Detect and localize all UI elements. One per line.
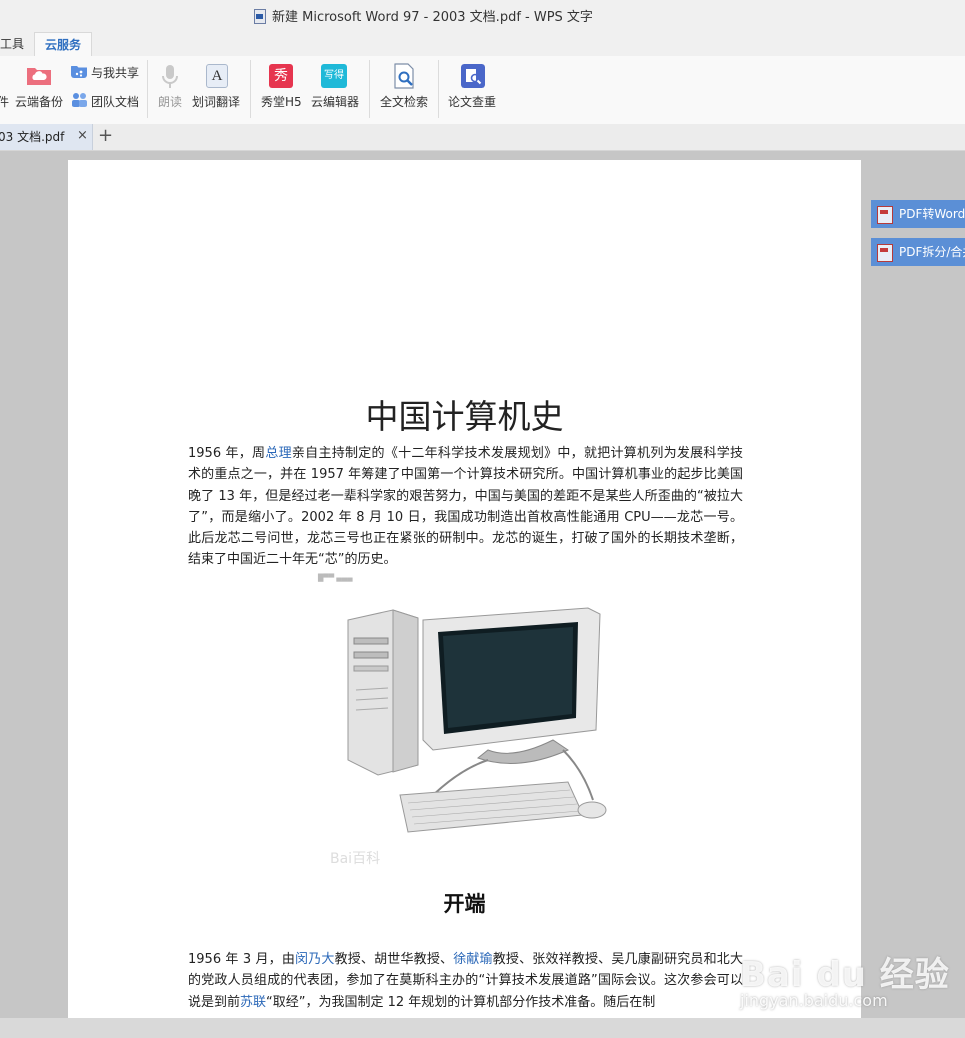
share-with-me-label: 与我共享 (91, 66, 140, 80)
pdf-convert-icon (877, 206, 893, 224)
full-text-search-label: 全文检索 (380, 95, 429, 109)
document-tab[interactable]: 03 文档.pdf × (0, 124, 93, 150)
document-tab-label: 03 文档.pdf (0, 130, 65, 144)
ribbon-separator (369, 60, 370, 118)
status-bar (0, 1018, 965, 1038)
watermark-brand: Bai du 经验 (740, 955, 950, 995)
paper-check-label: 论文查重 (448, 95, 497, 109)
document-tab-bar: 03 文档.pdf × + (0, 124, 965, 151)
cloud-backup-icon (27, 68, 51, 85)
title-bar: 新建 Microsoft Word 97 - 2003 文档.pdf - WPS… (0, 0, 965, 30)
menu-bar: 工具 云服务 (0, 30, 965, 57)
ribbon-separator (438, 60, 439, 118)
pdf-to-word-button[interactable]: PDF转Word (871, 200, 965, 228)
computer-illustration (347, 607, 607, 833)
cloud-editor-icon: 写得 (321, 64, 347, 88)
team-icon (72, 93, 87, 107)
document-icon (254, 8, 266, 24)
watermark-url: jingyan.baidu.com (740, 991, 888, 1010)
translate-icon: A (206, 64, 228, 88)
ribbon-toolbar: 件 云端备份 与我共享 团队文档 朗读 A 划词翻译 秀 秀堂H5 写得 云编辑… (0, 56, 965, 125)
paragraph-beginning: 1956 年 3 月，由闵乃大教授、胡世华教授、徐献瑜教授、张效祥教授、吴几康副… (188, 952, 743, 1010)
microphone-icon (162, 65, 178, 88)
cloud-editor-label: 云编辑器 (311, 95, 360, 109)
pdf-split-merge-button[interactable]: PDF拆分/合并 (871, 238, 965, 266)
image-watermark-bottom: Bai百科 (330, 851, 381, 867)
close-tab-icon[interactable]: × (77, 124, 88, 148)
link-min-naida[interactable]: 闵乃大 (295, 952, 335, 967)
show-h5-label: 秀堂H5 (261, 95, 302, 109)
link-zongli[interactable]: 总理 (265, 446, 292, 461)
pdf-split-icon (877, 244, 893, 262)
word-translate-label: 划词翻译 (192, 95, 241, 109)
cloud-backup-label: 云端备份 (15, 95, 64, 109)
window-title: 新建 Microsoft Word 97 - 2003 文档.pdf - WPS… (272, 10, 593, 25)
paragraph-intro: 1956 年，周总理亲自主持制定的《十二年科学技术发展规划》中，就把计算机列为发… (188, 446, 743, 568)
paper-check-icon (461, 64, 485, 88)
ribbon-separator (250, 60, 251, 118)
document-page[interactable]: 中国计算机史 1956 年，周总理亲自主持制定的《十二年科学技术发展规划》中，就… (68, 160, 861, 1018)
ribbon-separator (147, 60, 148, 118)
ribbon-partial-item[interactable]: 件 (0, 93, 9, 110)
document-search-icon (394, 63, 414, 89)
image-watermark-top: █▀▀ ▄▄▄ (318, 574, 353, 582)
read-aloud-label: 朗读 (158, 95, 183, 109)
link-sulian[interactable]: 苏联 (240, 995, 266, 1010)
link-xu-xianyu[interactable]: 徐献瑜 (453, 952, 493, 967)
document-title: 中国计算机史 (365, 397, 564, 436)
new-tab-icon[interactable]: + (98, 124, 113, 148)
show-h5-icon: 秀 (269, 64, 293, 88)
menu-tab-tools[interactable]: 工具 (0, 32, 34, 56)
menu-tab-cloud-service[interactable]: 云服务 (34, 32, 93, 57)
baidu-jingyan-watermark: Bai du 经验 jingyan.baidu.com (740, 935, 960, 1015)
section-heading: 开端 (443, 892, 486, 916)
folder-share-icon (71, 66, 87, 78)
team-docs-label: 团队文档 (91, 95, 140, 109)
